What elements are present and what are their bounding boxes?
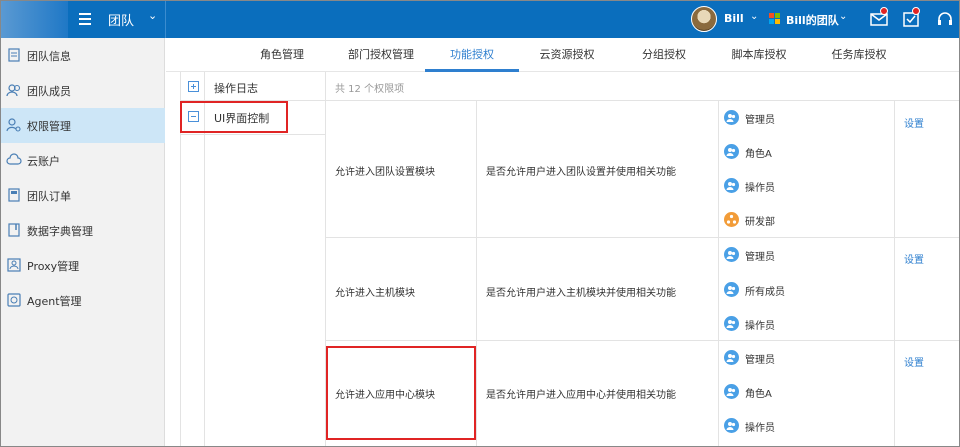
tab-group-auth[interactable]: 分组授权 <box>632 38 696 72</box>
user-role-icon <box>724 316 739 331</box>
active-tab-indicator <box>425 69 519 72</box>
user-role-icon <box>724 178 739 193</box>
headset-icon[interactable] <box>935 9 955 29</box>
proxy-icon <box>7 258 21 272</box>
divider <box>718 100 719 447</box>
tree-item-label: 操作日志 <box>214 82 258 95</box>
org-name[interactable]: Bill的团队 <box>786 12 839 28</box>
cloud-icon <box>6 153 22 165</box>
team-title: 团队 <box>108 14 135 29</box>
sidebar-item-proxy[interactable]: Proxy管理 <box>0 248 165 283</box>
tab-role-management[interactable]: 角色管理 <box>250 38 314 72</box>
order-icon <box>8 188 20 202</box>
sidebar-item-data-dictionary[interactable]: 数据字典管理 <box>0 213 165 248</box>
permission-description: 是否允许用户进入主机模块并使用相关功能 <box>486 288 676 299</box>
sidebar-item-team-info[interactable]: 团队信息 <box>0 38 165 73</box>
user-role-icon <box>724 350 739 365</box>
tree-item-label: UI界面控制 <box>214 112 270 125</box>
set-button[interactable]: 设置 <box>904 251 924 266</box>
set-button[interactable]: 设置 <box>904 354 924 369</box>
department-icon <box>724 212 739 227</box>
chevron-down-icon[interactable]: ⌄ <box>148 9 157 22</box>
book-icon <box>8 223 20 237</box>
sidebar-item-label: 团队订单 <box>27 190 71 203</box>
users-icon <box>6 84 21 97</box>
user-role-icon <box>724 110 739 125</box>
user-role-icon <box>724 144 739 159</box>
chevron-down-icon[interactable]: ⌄ <box>839 11 847 22</box>
user-role-icon <box>724 384 739 399</box>
divider <box>476 100 477 447</box>
user-role-icon <box>724 418 739 433</box>
avatar[interactable] <box>691 6 717 32</box>
permission-description: 是否允许用户进入应用中心并使用相关功能 <box>486 390 676 401</box>
sidebar-item-label: 团队成员 <box>27 85 71 98</box>
org-logo-icon <box>769 13 780 24</box>
expand-icon[interactable] <box>188 81 199 92</box>
notification-badge <box>880 7 888 15</box>
agent-icon <box>7 293 21 307</box>
sidebar: 团队信息 团队成员 权限管理 云账户 团队订单 数据字典管理 Proxy管理 A… <box>0 38 165 447</box>
user-role-icon <box>724 247 739 262</box>
sidebar-item-label: Agent管理 <box>27 295 82 308</box>
sidebar-item-permissions[interactable]: 权限管理 <box>0 108 165 143</box>
tab-bar: 角色管理 部门授权管理 功能授权 云资源授权 分组授权 脚本库授权 任务库授权 <box>166 38 960 72</box>
user-key-icon <box>6 118 21 132</box>
sidebar-item-cloud-account[interactable]: 云账户 <box>0 143 165 178</box>
tab-cloud-resource-auth[interactable]: 云资源授权 <box>528 38 606 72</box>
notification-badge <box>912 7 920 15</box>
brand-logo <box>0 0 68 38</box>
tab-task-lib-auth[interactable]: 任务库授权 <box>820 38 898 72</box>
permission-name: 允许进入团队设置模块 <box>335 167 435 178</box>
user-name[interactable]: Bill <box>724 12 744 25</box>
divider <box>325 72 326 447</box>
divider <box>325 237 960 238</box>
permission-count: 共 12 个权限项 <box>335 84 405 95</box>
sidebar-item-label: 团队信息 <box>27 50 71 63</box>
info-doc-icon <box>8 48 20 62</box>
collapse-icon[interactable] <box>188 111 199 122</box>
sidebar-item-orders[interactable]: 团队订单 <box>0 178 165 213</box>
permission-name: 允许进入应用中心模块 <box>335 390 435 401</box>
top-bar: 团队 ⌄ Bill ⌄ Bill的团队 ⌄ <box>0 0 960 38</box>
tab-script-lib-auth[interactable]: 脚本库授权 <box>720 38 798 72</box>
sidebar-item-label: 权限管理 <box>27 120 71 133</box>
sidebar-item-label: 数据字典管理 <box>27 225 93 238</box>
user-role-icon <box>724 282 739 297</box>
mail-icon[interactable] <box>869 7 889 29</box>
check-icon[interactable] <box>901 7 921 29</box>
divider <box>894 100 895 447</box>
permission-name: 允许进入主机模块 <box>335 288 415 299</box>
divider <box>180 134 325 135</box>
sidebar-item-agent[interactable]: Agent管理 <box>0 283 165 318</box>
permission-description: 是否允许用户进入团队设置并使用相关功能 <box>486 167 676 178</box>
sidebar-item-label: 云账户 <box>27 155 60 168</box>
tab-feature-auth[interactable]: 功能授权 <box>425 38 519 72</box>
divider <box>165 0 166 38</box>
chevron-down-icon[interactable]: ⌄ <box>750 11 758 22</box>
menu-icon[interactable] <box>78 10 94 28</box>
divider <box>325 340 960 341</box>
set-button[interactable]: 设置 <box>904 115 924 130</box>
tree-item-ui-control[interactable]: UI界面控制 <box>180 100 325 134</box>
tree-item-operation-log[interactable]: 操作日志 <box>180 72 325 100</box>
sidebar-item-team-members[interactable]: 团队成员 <box>0 73 165 108</box>
tab-department-auth[interactable]: 部门授权管理 <box>336 38 426 72</box>
sidebar-item-label: Proxy管理 <box>27 260 80 273</box>
